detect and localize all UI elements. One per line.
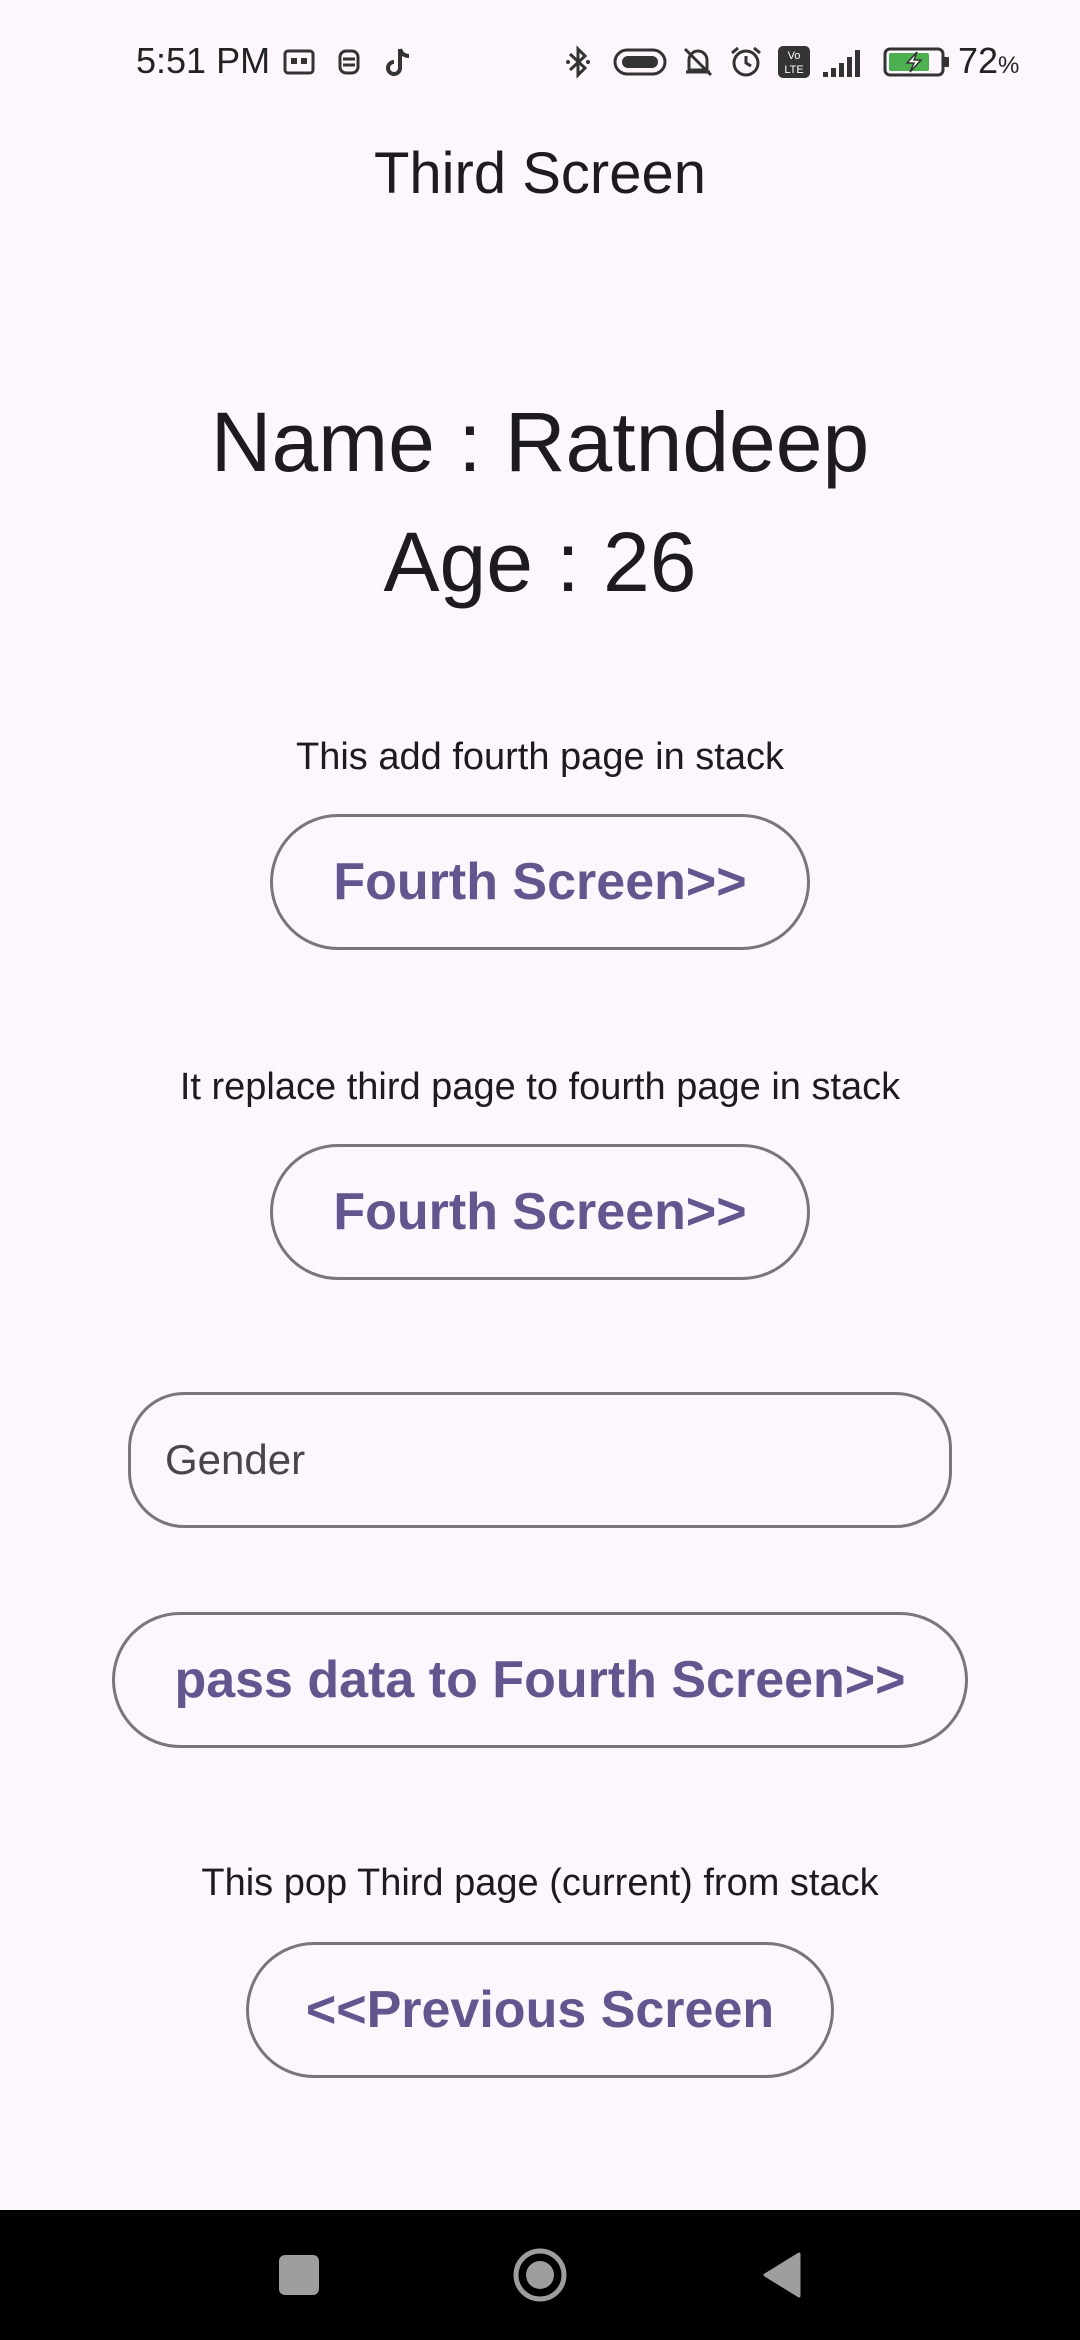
gender-input[interactable] (163, 1435, 949, 1485)
signal-icon (820, 44, 870, 80)
svg-text:Vo: Vo (788, 50, 801, 62)
previous-screen-button[interactable]: <<Previous Screen (246, 1942, 834, 2078)
battery-percent: 72% (958, 40, 1020, 81)
robot-icon (334, 44, 364, 80)
replace-fourth-screen-button[interactable]: Fourth Screen>> (270, 1144, 810, 1280)
system-nav-bar (0, 2210, 1080, 2340)
back-triangle-icon[interactable] (716, 2210, 846, 2340)
push-fourth-screen-button[interactable]: Fourth Screen>> (270, 814, 810, 950)
page-title: Third Screen (373, 141, 707, 206)
gender-field[interactable] (128, 1392, 952, 1528)
status-bar: 5:51 PM Vo LTE 72% (0, 0, 1080, 120)
svg-text:LTE: LTE (784, 64, 803, 76)
volte-icon: Vo LTE (776, 44, 812, 80)
bluetooth-icon (562, 44, 594, 80)
link-pill-icon (612, 44, 668, 80)
push-description: This add fourth page in stack (296, 736, 784, 778)
recents-square-icon[interactable] (234, 2210, 364, 2340)
bell-off-icon (680, 44, 716, 80)
pop-description: This pop Third page (current) from stack (201, 1862, 879, 1904)
pass-data-button[interactable]: pass data to Fourth Screen>> (112, 1612, 968, 1748)
replace-description: It replace third page to fourth page in … (179, 1066, 901, 1108)
battery-charging-icon (882, 44, 952, 80)
status-time: 5:51 PM (136, 40, 271, 81)
home-circle-icon[interactable] (475, 2210, 605, 2340)
cast-icon (282, 44, 316, 80)
tiktok-icon (382, 44, 414, 80)
name-label: Name : Ratndeep (210, 395, 870, 489)
alarm-icon (728, 44, 764, 80)
age-label: Age : 26 (383, 515, 697, 609)
